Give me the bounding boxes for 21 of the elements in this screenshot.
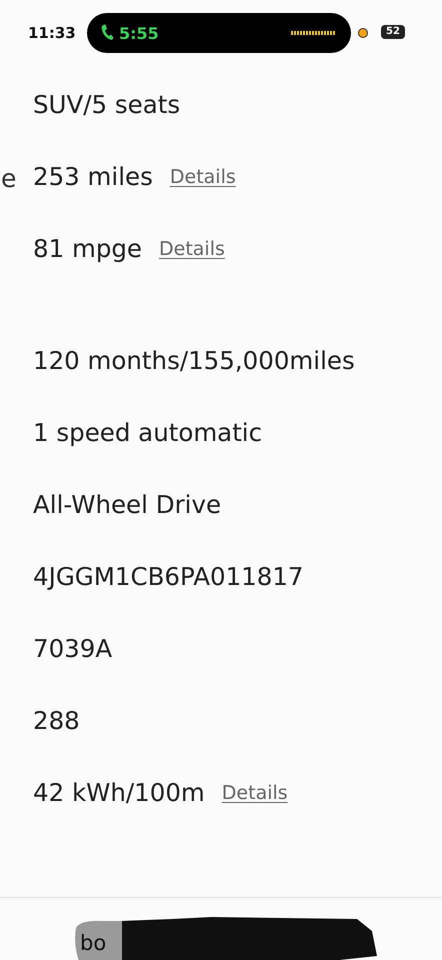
spec-value: 7039A: [33, 632, 112, 665]
mic-indicator-icon: [358, 28, 368, 38]
details-link[interactable]: Details: [159, 234, 225, 264]
spec-value: 253 miles: [33, 160, 153, 193]
audio-wave-icon: [291, 31, 335, 35]
call-duration: 5:55: [119, 23, 159, 45]
spec-value: 4JGGM1CB6PA011817: [33, 560, 304, 593]
spec-value: 81 mpge: [33, 232, 142, 265]
details-link[interactable]: Details: [222, 778, 288, 808]
bottom-text: bo: [80, 930, 106, 957]
spec-value: 120 months/155,000miles: [33, 344, 355, 377]
spec-value: SUV/5 seats: [33, 88, 180, 121]
cut-off-label: e: [1, 163, 16, 195]
phone-icon: [100, 24, 114, 41]
details-link[interactable]: Details: [170, 162, 236, 192]
status-time: 11:33: [28, 23, 76, 44]
battery-indicator: 52: [381, 25, 405, 39]
spec-value: 288: [33, 704, 80, 737]
spec-value: 42 kWh/100m: [33, 776, 205, 809]
spec-value: All-Wheel Drive: [33, 488, 222, 521]
spec-value: 1 speed automatic: [33, 416, 262, 449]
